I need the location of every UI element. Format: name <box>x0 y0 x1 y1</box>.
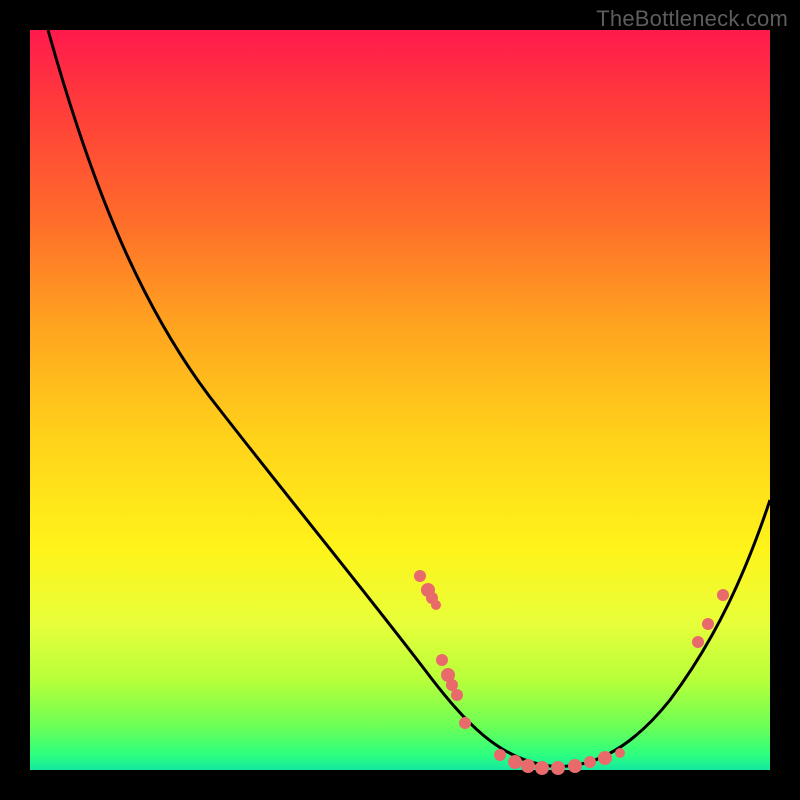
data-marker <box>508 755 522 769</box>
data-marker <box>584 756 596 768</box>
data-marker <box>494 749 506 761</box>
data-marker <box>702 618 714 630</box>
data-marker <box>568 759 582 773</box>
data-marker <box>717 589 729 601</box>
data-marker <box>431 600 441 610</box>
data-marker <box>692 636 704 648</box>
plot-area <box>30 30 770 770</box>
chart-frame: TheBottleneck.com <box>0 0 800 800</box>
data-marker <box>436 654 448 666</box>
marker-group <box>414 570 729 775</box>
bottleneck-curve-svg <box>30 30 770 770</box>
data-marker <box>459 717 471 729</box>
data-marker <box>615 748 625 758</box>
data-marker <box>451 689 463 701</box>
bottleneck-curve <box>48 30 770 766</box>
data-marker <box>535 761 549 775</box>
data-marker <box>414 570 426 582</box>
data-marker <box>598 751 612 765</box>
data-marker <box>551 761 565 775</box>
data-marker <box>521 759 535 773</box>
attribution-label: TheBottleneck.com <box>596 6 788 32</box>
